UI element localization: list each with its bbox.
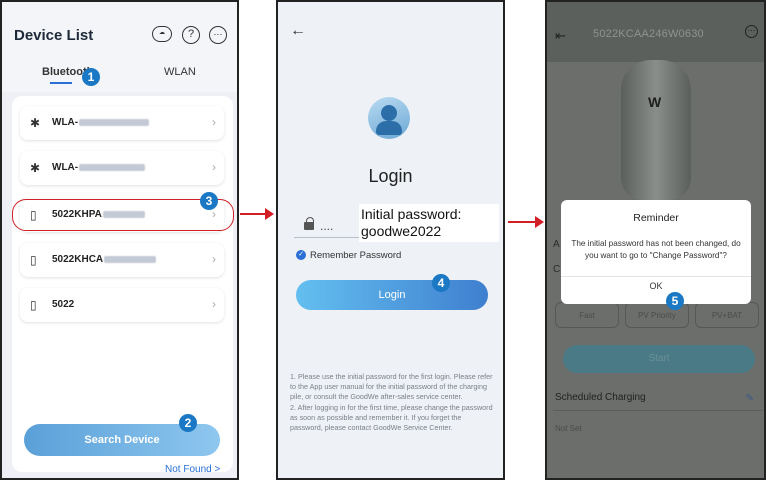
login-notes: 1. Please use the initial password for t…: [290, 372, 495, 433]
lock-icon: [304, 217, 314, 230]
scheduled-charging-value[interactable]: Not Set: [555, 424, 582, 433]
cloud-icon[interactable]: ☁: [152, 26, 172, 42]
list-item[interactable]: ✱ WLA- ›: [20, 106, 224, 140]
remember-label: Remember Password: [310, 250, 402, 261]
password-hint-line-2: goodwe2022: [361, 223, 442, 239]
blurred-serial: [104, 255, 157, 263]
divider: [561, 276, 751, 277]
dialog-message: The initial password has not been change…: [571, 239, 741, 260]
device-name: 5022: [52, 299, 75, 310]
reminder-dialog: Reminder The initial password has not be…: [561, 200, 751, 304]
dialog-title: Reminder: [633, 212, 679, 224]
flow-arrow: [240, 208, 274, 220]
charge-mode-selector: Fast PV Priority PV+BAT: [555, 302, 760, 328]
tab-wlan[interactable]: WLAN: [164, 66, 196, 78]
page-title: Device List: [14, 27, 94, 44]
check-icon: ✓: [296, 250, 306, 261]
scheduled-charging-title: Scheduled Charging: [555, 392, 646, 403]
device-name: WLA-: [52, 117, 79, 128]
charger-image: W: [621, 60, 691, 200]
remember-password-checkbox[interactable]: ✓ Remember Password: [296, 250, 401, 261]
note-1: 1. Please use the initial password for t…: [290, 372, 493, 402]
help-icon[interactable]: ?: [182, 26, 200, 44]
step-badge-2: 2: [179, 414, 197, 432]
start-button[interactable]: Start: [563, 345, 755, 373]
active-tab-indicator: [50, 82, 72, 84]
bluetooth-icon: ✱: [30, 161, 41, 175]
blurred-serial: [79, 118, 150, 126]
bluetooth-icon: ✱: [30, 116, 41, 130]
note-2: 2. After logging in for the first time, …: [290, 402, 493, 433]
device-name: 5022KHCA: [52, 254, 104, 265]
mode-pv-bat[interactable]: PV+BAT: [695, 302, 759, 328]
list-item[interactable]: ▯ 5022 ›: [20, 288, 224, 322]
ok-button[interactable]: OK: [561, 281, 751, 291]
side-label-a: A: [553, 239, 560, 250]
charger-screen: ⇤ 5022KCAA246W0630 ⋯ W A C Fast PV Prior…: [545, 0, 766, 480]
step-badge-4: 4: [432, 274, 450, 292]
exit-icon[interactable]: ⇤: [555, 28, 566, 44]
chevron-right-icon: ›: [212, 160, 216, 174]
chevron-right-icon: ›: [212, 252, 216, 266]
avatar: [368, 97, 410, 139]
charger-logo: W: [648, 94, 662, 110]
more-icon[interactable]: ⋯: [209, 26, 227, 44]
device-code: 5022KCAA246W0630: [593, 28, 704, 40]
edit-icon[interactable]: ✎: [746, 393, 754, 404]
login-button[interactable]: Login: [296, 280, 488, 310]
device-list: ✱ WLA- › ✱ WLA- › ▯ 5022KHPA › ▯ 5022KHC…: [12, 96, 233, 472]
flow-arrow: [508, 216, 544, 228]
mode-fast[interactable]: Fast: [555, 302, 619, 328]
more-icon[interactable]: ⋯: [745, 25, 758, 38]
avatar-head: [381, 105, 397, 121]
list-item[interactable]: ✱ WLA- ›: [20, 151, 224, 185]
device-list-screen: Device List ☁ ? ⋯ Bluetooth WLAN 1 ✱ WLA…: [0, 0, 239, 480]
step-badge-1: 1: [82, 68, 100, 86]
password-field[interactable]: .... Initial password: goodwe2022: [294, 204, 499, 242]
header: [2, 2, 237, 92]
charger-icon: ▯: [30, 298, 37, 312]
device-name: WLA-: [52, 162, 79, 173]
password-hint: Initial password: goodwe2022: [359, 204, 499, 242]
login-title: Login: [368, 166, 413, 186]
password-value: ....: [320, 219, 334, 233]
list-item[interactable]: ▯ 5022KHCA ›: [20, 243, 224, 277]
not-found-link[interactable]: Not Found >: [165, 464, 220, 475]
step-badge-5: 5: [666, 292, 684, 310]
chevron-right-icon: ›: [212, 115, 216, 129]
password-hint-line-1: Initial password:: [361, 206, 462, 222]
blurred-serial: [79, 163, 146, 171]
divider: [553, 410, 763, 411]
side-label-c: C: [553, 264, 561, 275]
chevron-right-icon: ›: [212, 297, 216, 311]
login-screen: ← Login .... Initial password: goodwe202…: [276, 0, 505, 480]
back-arrow-icon[interactable]: ←: [290, 22, 306, 40]
charger-icon: ▯: [30, 253, 37, 267]
step-badge-3: 3: [200, 192, 218, 210]
avatar-body: [376, 121, 402, 135]
instruction-canvas: Device List ☁ ? ⋯ Bluetooth WLAN 1 ✱ WLA…: [0, 0, 766, 480]
